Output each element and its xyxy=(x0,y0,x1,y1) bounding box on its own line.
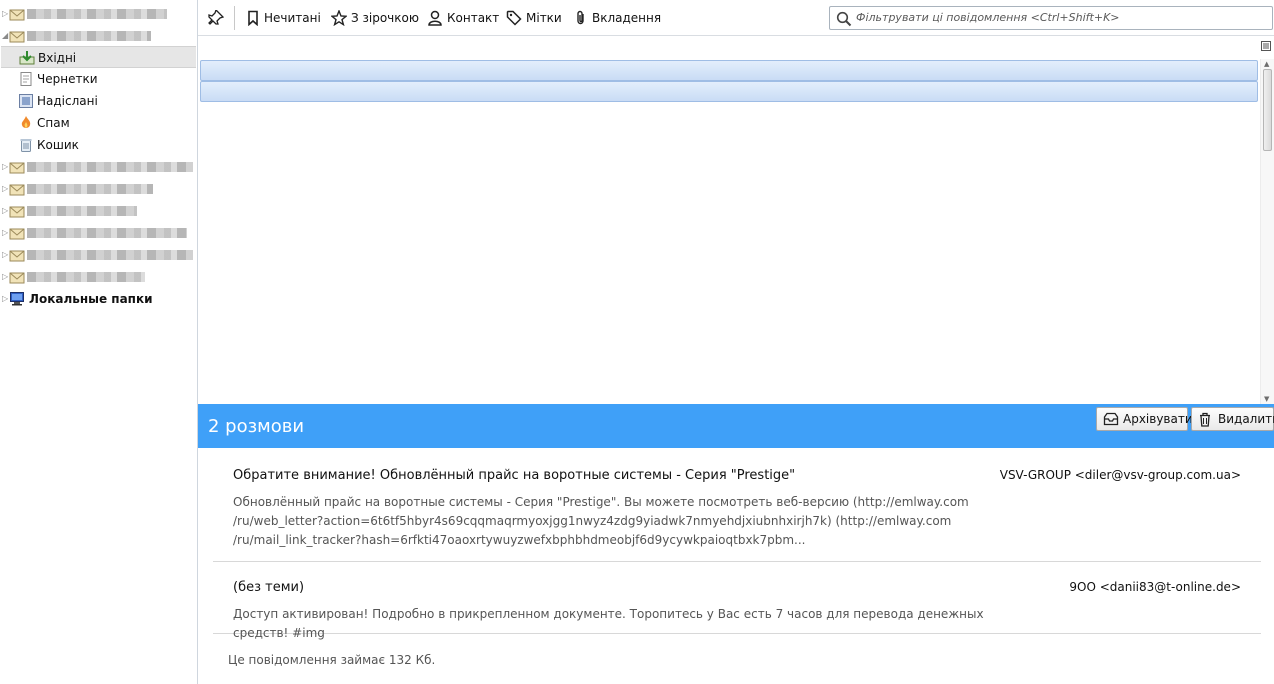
tag-icon xyxy=(506,10,522,26)
quick-filter-search-input[interactable]: Фільтрувати ці повідомлення <Ctrl+Shift+… xyxy=(829,6,1273,30)
sticky-filter-button[interactable] xyxy=(208,8,228,28)
account-row[interactable]: ▷ xyxy=(0,156,197,178)
sent-icon xyxy=(19,94,33,108)
star-icon xyxy=(331,10,347,26)
paperclip-icon xyxy=(577,10,584,25)
account-name-redacted xyxy=(27,9,167,19)
account-name-redacted xyxy=(27,206,137,216)
message-author: VSV-GROUP <diler@vsv-group.com.ua> xyxy=(999,468,1241,482)
contact-label: Контакт xyxy=(447,11,500,25)
folder-label: Спам xyxy=(37,116,70,130)
account-row[interactable]: ▷ xyxy=(0,244,197,266)
snippet-line: /ru/mail_link_tracker?hash=6rfkti47oaoxr… xyxy=(233,533,806,547)
trash-icon xyxy=(1200,412,1210,427)
folder-pane: ▷ ◢ Вхідні Чернетки Надіслані Спам Кошик… xyxy=(0,0,198,684)
snippet-line: Обновлённый прайс на воротные системы - … xyxy=(233,495,969,509)
mail-account-icon xyxy=(9,206,25,218)
snippet-line: /ru/web_letter?action=6t6tf5hbyr4s69cqqm… xyxy=(233,514,952,528)
unread-label: Нечитані xyxy=(264,11,321,25)
account-row[interactable]: ▷ xyxy=(0,3,197,25)
account-name-redacted xyxy=(27,184,153,194)
delete-label: Видалити xyxy=(1218,412,1274,426)
folder-spam[interactable]: Спам xyxy=(0,112,197,134)
folder-label: Кошик xyxy=(37,138,79,152)
archive-box-icon xyxy=(1103,412,1119,426)
tags-label: Мітки xyxy=(526,11,562,25)
mail-account-icon xyxy=(9,9,25,21)
trash-icon xyxy=(20,139,32,152)
toolbar-separator xyxy=(234,6,235,30)
account-row[interactable]: ▷ xyxy=(0,266,197,288)
filter-attachments-button[interactable]: Вкладення xyxy=(574,8,661,28)
snippet-line: Доступ активирован! Подробно в прикрепле… xyxy=(233,607,984,640)
message-subject[interactable]: (без теми) xyxy=(233,580,304,595)
archive-label: Архівувати xyxy=(1123,412,1193,426)
folder-label: Вхідні xyxy=(38,51,77,65)
mail-account-icon xyxy=(9,228,25,240)
drafts-icon xyxy=(20,72,32,86)
filter-contact-button[interactable]: Контакт xyxy=(427,8,499,28)
mail-account-icon xyxy=(9,272,25,284)
folder-label: Чернетки xyxy=(37,72,98,86)
summary-message-item[interactable]: (без теми) 9OO <danii83@t-online.de> Дос… xyxy=(213,580,1261,640)
archive-button[interactable]: Архівувати xyxy=(1096,407,1193,431)
scrollbar-thumb[interactable] xyxy=(1263,69,1272,151)
contact-icon xyxy=(428,10,442,26)
filter-tags-button[interactable]: Мітки xyxy=(506,8,562,28)
thread-row-selected[interactable] xyxy=(200,81,1258,102)
folder-label: Надіслані xyxy=(37,94,98,108)
mail-account-icon xyxy=(9,162,25,174)
summary-header: 2 розмови Архівувати Видалити xyxy=(198,404,1274,448)
account-name-redacted xyxy=(27,162,193,172)
account-name-redacted xyxy=(27,272,145,282)
message-snippet: Обновлённый прайс на воротные системы - … xyxy=(233,493,993,550)
mail-account-icon xyxy=(9,184,25,196)
account-name-redacted xyxy=(27,250,193,260)
folder-inbox[interactable]: Вхідні xyxy=(1,46,196,68)
folder-label: Локальные папки xyxy=(29,292,153,306)
thread-list[interactable]: ▲ ▼ xyxy=(198,37,1274,404)
quick-filter-bar: Нечитані З зірочкою Контакт Мітки Вкладе… xyxy=(198,0,1274,36)
summary-size-note: Це повідомлення займає 132 Кб. xyxy=(228,653,436,667)
thunderbird-window: ▷ ◢ Вхідні Чернетки Надіслані Спам Кошик… xyxy=(0,0,1274,684)
account-row[interactable]: ▷ xyxy=(0,222,197,244)
local-folders[interactable]: ▷ Локальные папки xyxy=(0,288,197,310)
search-icon xyxy=(836,11,852,27)
scroll-up-arrow-icon[interactable]: ▲ xyxy=(1264,60,1269,68)
inbox-icon xyxy=(19,51,35,65)
filter-starred-button[interactable]: З зірочкою xyxy=(331,8,419,28)
thread-list-scrollbar[interactable]: ▲ ▼ xyxy=(1260,59,1274,404)
junk-fire-icon xyxy=(21,116,31,128)
starred-label: З зірочкою xyxy=(351,11,419,25)
attachments-label: Вкладення xyxy=(592,11,662,25)
pin-icon xyxy=(208,10,224,25)
message-author: 9OO <danii83@t-online.de> xyxy=(1069,580,1241,594)
folder-sent[interactable]: Надіслані xyxy=(0,90,197,112)
computer-icon xyxy=(10,292,24,306)
filter-unread-button[interactable]: Нечитані xyxy=(246,8,321,28)
account-row-expanded[interactable]: ◢ xyxy=(0,25,197,47)
summary-message-item[interactable]: Обратите внимание! Обновлённый прайс на … xyxy=(213,468,1261,562)
message-subject[interactable]: Обратите внимание! Обновлённый прайс на … xyxy=(233,468,795,483)
search-placeholder: Фільтрувати ці повідомлення <Ctrl+Shift+… xyxy=(856,11,1120,24)
mail-account-icon xyxy=(9,31,25,43)
column-picker-icon[interactable] xyxy=(1261,41,1271,51)
mail-account-icon xyxy=(9,250,25,262)
account-name-redacted xyxy=(27,228,187,238)
summary-title: 2 розмови xyxy=(208,416,305,437)
multimessage-summary: 2 розмови Архівувати Видалити Обратите в… xyxy=(198,404,1274,684)
thread-row-selected[interactable] xyxy=(200,60,1258,81)
account-row[interactable]: ▷ xyxy=(0,178,197,200)
scroll-down-arrow-icon[interactable]: ▼ xyxy=(1264,395,1269,403)
folder-trash[interactable]: Кошик xyxy=(0,134,197,156)
delete-button[interactable]: Видалити xyxy=(1191,407,1274,431)
bookmark-icon xyxy=(248,10,258,26)
account-row[interactable]: ▷ xyxy=(0,200,197,222)
message-snippet: Доступ активирован! Подробно в прикрепле… xyxy=(233,605,993,643)
account-name-redacted xyxy=(27,31,151,41)
folder-drafts[interactable]: Чернетки xyxy=(0,68,197,90)
